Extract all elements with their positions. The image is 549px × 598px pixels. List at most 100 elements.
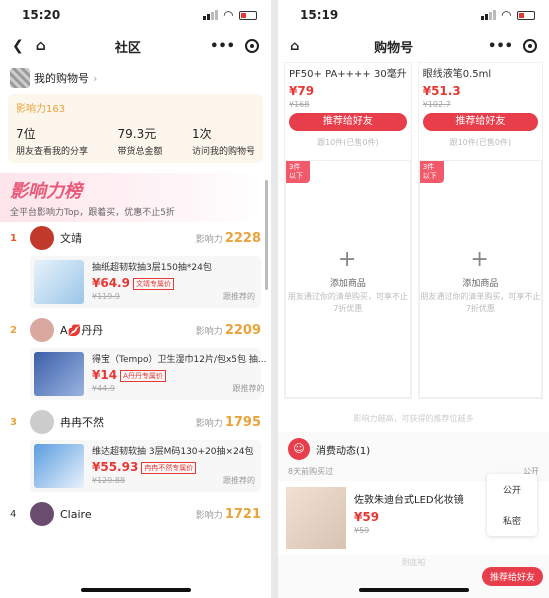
rank-number: 4	[10, 508, 17, 520]
slot-badge: 3件以下	[286, 161, 310, 183]
close-miniapp-icon[interactable]	[245, 39, 259, 53]
score: 影响力 1721	[195, 506, 261, 522]
battery-icon	[239, 10, 257, 20]
add-product-hint: 朋友通过你的清单购买，可享不止7折优惠	[287, 292, 408, 313]
original-price: ¥102.7	[422, 100, 451, 109]
add-product-hint: 朋友通过你的清单购买，可享不止7折优惠	[420, 292, 541, 313]
slot-badge: 3件以下	[419, 161, 444, 183]
user-name: Claire	[60, 507, 92, 521]
scrollbar[interactable]	[265, 180, 268, 290]
product-name: 得宝（Tempo）卫生湿巾12片/包x5包 抽...	[92, 355, 267, 365]
page-title: 购物号	[374, 40, 414, 56]
buyers-label: 跟推荐的	[232, 384, 265, 393]
user-name: 冉冉不然	[60, 416, 104, 429]
community-screen: 15:20 ◠ ❮ ⌂ 社区 ••• 我的购物号 › 影响力163 7位 朋友查看我…	[0, 0, 271, 598]
more-icon[interactable]: •••	[488, 39, 513, 54]
buyers-label: 跟推荐的	[223, 476, 255, 485]
add-product-label: 添加商品	[329, 279, 366, 289]
product-image	[34, 444, 84, 488]
product-card[interactable]: 维达超韧软抽 3层M码130+20抽×24包 ¥55.93 冉冉不然专属价 ¥12…	[30, 440, 261, 492]
product-image	[34, 260, 84, 304]
buyers-label: 跟推荐的	[223, 292, 255, 301]
recommend-button[interactable]: 推荐给好友	[289, 113, 407, 131]
influence-level: 影响力163	[16, 104, 66, 115]
product-price: ¥64.9 文靖专属价	[92, 276, 257, 290]
home-indicator	[80, 588, 191, 592]
home-indicator	[358, 588, 469, 592]
visibility-menu: 公开 私密	[487, 474, 537, 536]
product-name: 抽纸超韧软抽3层150抽*24包	[92, 263, 212, 273]
signal-icon	[480, 10, 496, 20]
product-image	[34, 352, 84, 396]
shop-screen: 15:19 ◠ ⌂ 购物号 ••• PF50+ PA++++ 30毫升 ¥79 …	[278, 0, 549, 598]
page-title: 社区	[114, 40, 141, 56]
rank-user[interactable]: 3 冉冉不然 影响力 1795	[0, 406, 271, 438]
nav-bar: ⌂ 购物号 •••	[278, 30, 549, 62]
rank-subtitle: 全平台影响力Top，跟着买，优惠不止5折	[10, 208, 175, 218]
add-product-slot[interactable]: 3件以下 + 添加商品 朋友通过你的清单购买，可享不止7折优惠	[418, 160, 542, 398]
status-bar: 15:20 ◠	[0, 0, 271, 30]
product-card[interactable]: 抽纸超韧软抽3层150抽*24包 ¥64.9 文靖专属价 ¥119.9 跟推荐的	[30, 256, 261, 308]
stat-friends: 7位 朋友查看我的分享	[16, 127, 89, 157]
add-product-label: 添加商品	[462, 279, 499, 289]
score: 影响力 2209	[195, 322, 261, 338]
stock-count: 跟10件(已售0件)	[317, 138, 379, 147]
status-time: 15:19	[300, 8, 339, 22]
rank-title: 影响力榜	[10, 181, 82, 202]
consume-subtitle: 8天前购买过	[288, 467, 334, 476]
back-icon[interactable]: ❮	[12, 38, 24, 54]
end-label: 到底啦	[401, 558, 426, 567]
plus-icon: +	[470, 247, 489, 272]
stat-visits: 1次 访问我的购物号	[191, 127, 255, 157]
chevron-right-icon: ›	[93, 71, 98, 85]
recommend-button[interactable]: 推荐给好友	[481, 567, 543, 586]
avatar	[10, 68, 30, 88]
medal-icon: 3	[10, 416, 17, 428]
my-shop-label: 我的购物号	[34, 72, 89, 85]
wifi-icon: ◠	[501, 8, 511, 22]
product-grid: PF50+ PA++++ 30毫升 ¥79 ¥168 推荐给好友 跟10件(已售…	[278, 62, 549, 399]
user-name: A💋丹丹	[60, 324, 104, 337]
user-name: 文靖	[60, 232, 82, 245]
battery-icon	[517, 10, 535, 20]
product-column: 眼线液笔0.5ml ¥51.3 ¥102.7 推荐给好友 跟10件(已售0件) …	[417, 62, 543, 399]
plus-icon: +	[337, 247, 357, 272]
original-price: ¥168	[289, 100, 310, 109]
score: 影响力 2228	[195, 230, 261, 246]
wifi-icon: ◠	[223, 8, 233, 22]
consume-title: 消费动态(1)	[316, 445, 371, 457]
nav-bar: ❮ ⌂ 社区 •••	[0, 30, 271, 62]
product-column: PF50+ PA++++ 30毫升 ¥79 ¥168 推荐给好友 跟10件(已售…	[284, 62, 412, 399]
close-miniapp-icon[interactable]	[522, 39, 537, 53]
signal-icon	[202, 10, 218, 20]
recommend-button[interactable]: 推荐给好友	[422, 113, 538, 131]
product-name: 维达超韧软抽 3层M码130+20抽×24包	[92, 447, 254, 457]
product-card[interactable]: 得宝（Tempo）卫生湿巾12片/包x5包 抽... ¥14 A丹丹专属价 ¥44…	[30, 348, 266, 400]
avatar	[30, 318, 54, 342]
menu-item-public[interactable]: 公开	[487, 474, 537, 505]
add-product-slot[interactable]: 3件以下 + 添加商品 朋友通过你的清单购买，可享不止7折优惠	[285, 160, 411, 398]
home-icon[interactable]: ⌂	[36, 38, 46, 54]
my-shop-link[interactable]: 我的购物号 ›	[0, 62, 271, 94]
rank-user[interactable]: 1 文靖 影响力 2228	[0, 222, 271, 254]
avatar	[30, 410, 54, 434]
more-icon[interactable]: •••	[210, 39, 235, 54]
rank-user[interactable]: 2 A💋丹丹 影响力 2209	[0, 314, 271, 346]
rank-user[interactable]: 4 Claire 影响力 1721	[0, 498, 271, 530]
stock-count: 跟10件(已售0件)	[449, 138, 512, 147]
medal-icon: 2	[10, 324, 17, 336]
stat-sales: 79.3元 带货总金额	[117, 127, 163, 157]
product-price: ¥51.3	[422, 84, 461, 98]
score: 影响力 1795	[195, 414, 261, 430]
menu-item-private[interactable]: 私密	[487, 505, 537, 536]
product-image	[286, 487, 346, 549]
status-time: 15:20	[22, 8, 61, 22]
avatar	[30, 502, 54, 526]
influence-note: 影响力越高，可获得的推荐位越多	[353, 414, 474, 423]
product-name: 眼线液笔0.5ml	[422, 69, 492, 80]
medal-icon: 1	[10, 232, 17, 244]
person-icon: ☺	[288, 438, 310, 460]
consume-section: ☺ 消费动态(1) 8天前购买过 公开 佐敦朱迪台式LED化妆镜 ¥59 ¥59 …	[278, 432, 549, 598]
home-icon[interactable]: ⌂	[290, 39, 299, 54]
influence-card: 影响力163 7位 朋友查看我的分享 79.3元 带货总金额 1次 访问我的购物号	[8, 94, 263, 163]
